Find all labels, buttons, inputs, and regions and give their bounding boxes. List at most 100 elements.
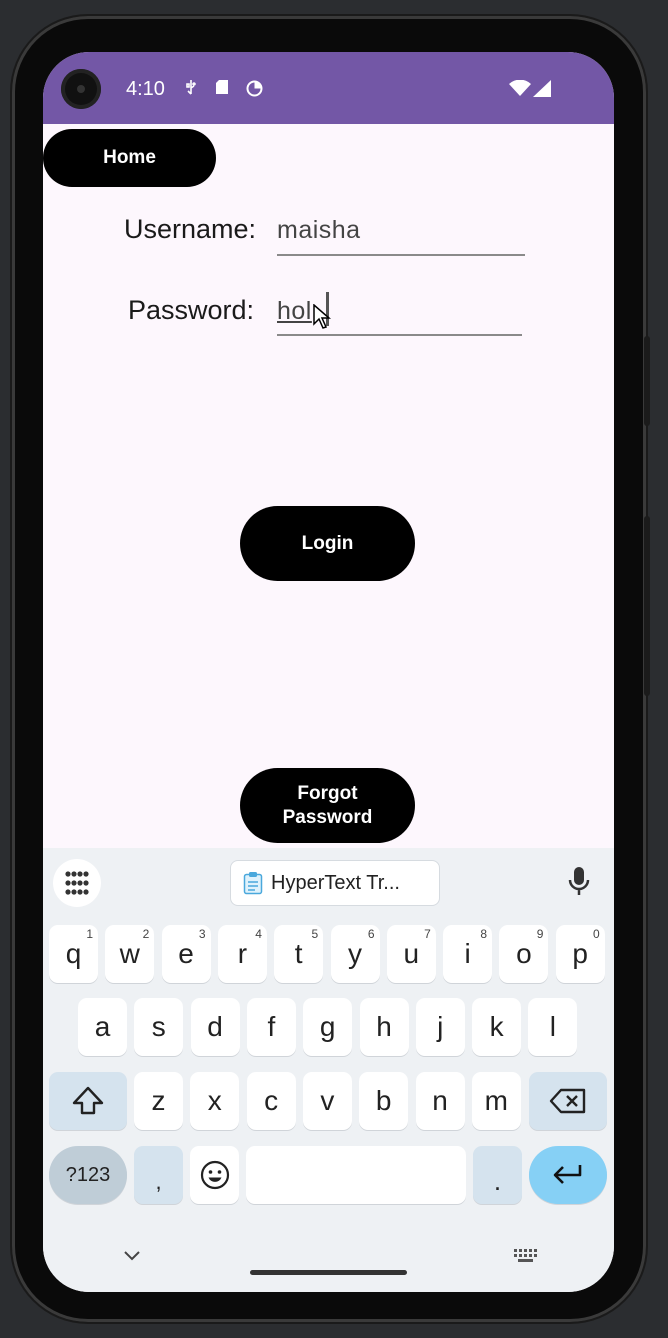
key-l[interactable]: l [528,998,578,1056]
key-e[interactable]: e3 [161,925,211,983]
key-label: t [294,938,303,969]
key-w[interactable]: w2 [105,925,155,983]
key-k[interactable]: k [472,998,522,1056]
symbols-key[interactable]: ?123 [49,1146,127,1204]
key-label: r [237,938,248,969]
soft-keyboard: HyperText Tr... q1w2e3r4t5y6u7i8o9p0 asd… [43,848,614,1292]
key-b[interactable]: b [359,1072,409,1130]
key-label: v [320,1085,335,1116]
key-number-hint: 7 [424,927,431,941]
home-gesture-handle[interactable] [250,1270,407,1275]
signal-icon [533,80,551,102]
clipboard-suggestion-chip[interactable]: HyperText Tr... [230,860,440,906]
data-saver-icon [246,80,263,102]
key-h[interactable]: h [359,998,409,1056]
key-x[interactable]: x [190,1072,240,1130]
mouse-pointer-icon [313,303,332,337]
status-time: 4:10 [126,78,165,100]
key-number-hint: 8 [480,927,488,941]
shift-key[interactable] [49,1072,127,1130]
comma-key-label: , [155,1169,162,1194]
status-bar: 4:10 [43,52,614,124]
key-s[interactable]: s [134,998,184,1056]
clipboard-icon [243,871,263,895]
usb-icon [185,79,197,100]
username-input[interactable]: maisha [277,210,525,256]
front-camera [61,69,101,109]
key-j[interactable]: j [415,998,465,1056]
key-label: p [572,938,588,969]
key-y[interactable]: y6 [330,925,380,983]
key-o[interactable]: o9 [499,925,549,983]
power-button [644,336,650,426]
key-v[interactable]: v [302,1072,352,1130]
key-label: u [403,938,420,969]
clipboard-suggestion-text: HyperText Tr... [271,871,400,894]
hide-keyboard-chevron-icon[interactable] [123,1249,141,1267]
sd-card-icon [215,79,229,100]
key-n[interactable]: n [415,1072,465,1130]
navigation-bar [43,1224,614,1292]
key-label: d [207,1011,223,1042]
home-button[interactable]: Home [43,129,216,187]
key-number-hint: 3 [198,927,206,941]
key-label: h [376,1011,392,1042]
login-button[interactable]: Login [240,506,415,581]
key-label: w [119,938,140,969]
key-label: q [65,938,82,969]
key-g[interactable]: g [303,998,353,1056]
key-label: e [178,938,194,969]
key-label: x [207,1085,222,1116]
key-a[interactable]: a [78,998,127,1056]
key-p[interactable]: p0 [555,925,605,983]
forgot-password-line1: Forgot [297,782,358,804]
key-label: z [151,1085,166,1116]
emoji-key[interactable] [190,1146,239,1204]
key-i[interactable]: i8 [443,925,493,983]
keyboard-toolbar: HyperText Tr... [43,848,614,918]
wifi-icon [509,79,531,102]
key-r[interactable]: r4 [217,925,267,983]
key-z[interactable]: z [134,1072,183,1130]
key-q[interactable]: q1 [49,925,98,983]
key-number-hint: 5 [311,927,319,941]
period-key[interactable]: . [473,1146,522,1204]
key-label: g [319,1011,336,1042]
period-key-label: . [493,1165,502,1196]
key-d[interactable]: d [190,998,240,1056]
key-label: j [437,1011,444,1042]
key-label: s [151,1011,166,1042]
key-label: n [432,1085,448,1116]
comma-key[interactable]: , [134,1146,183,1204]
key-u[interactable]: u7 [386,925,436,983]
phone-screen: 4:10 Home Username: maisha Password: hol… [43,52,614,1292]
key-number-hint: 0 [593,927,600,941]
username-label: Username: [124,214,257,244]
key-label: f [267,1011,276,1042]
key-label: y [348,938,362,969]
username-value: maisha [277,216,361,244]
key-f[interactable]: f [246,998,296,1056]
key-t[interactable]: t5 [274,925,324,983]
password-input[interactable]: hol [277,290,522,336]
volume-button [644,516,650,696]
apps-grid-icon[interactable] [53,859,101,907]
space-key[interactable] [246,1146,466,1204]
key-label: b [375,1085,392,1116]
key-label: a [94,1011,111,1042]
forgot-password-button[interactable]: Forgot Password [240,768,415,843]
microphone-icon[interactable] [568,866,590,901]
keyboard-switcher-icon[interactable] [514,1249,538,1268]
backspace-key[interactable] [529,1072,607,1130]
key-label: l [549,1011,556,1042]
key-label: i [464,938,471,969]
enter-key[interactable] [529,1146,607,1204]
key-number-hint: 4 [255,927,262,941]
key-number-hint: 2 [142,927,150,941]
key-label: o [516,938,532,969]
password-value: hol [277,297,312,325]
key-m[interactable]: m [471,1072,521,1130]
key-label: k [489,1011,504,1042]
password-label: Password: [128,295,255,325]
key-c[interactable]: c [246,1072,296,1130]
